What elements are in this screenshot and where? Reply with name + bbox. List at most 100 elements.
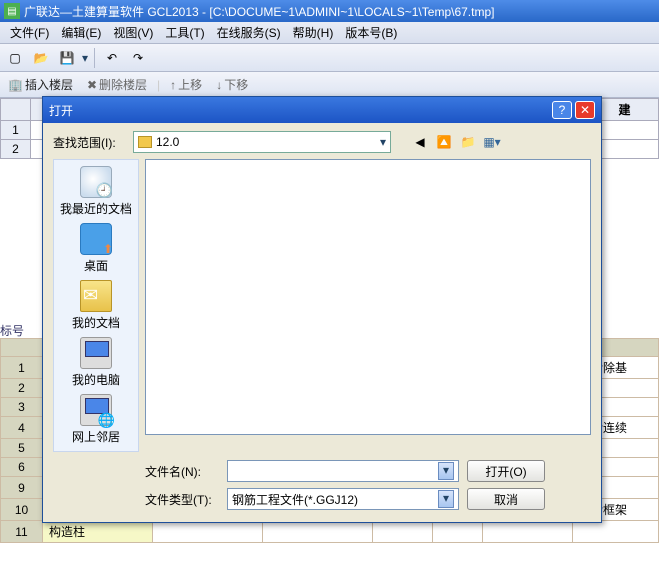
save-icon[interactable]: 💾	[56, 47, 78, 69]
close-button[interactable]: ✕	[575, 101, 595, 119]
grid-cell[interactable]	[573, 521, 659, 543]
row-head	[1, 99, 31, 121]
dropdown-icon[interactable]: ▾	[82, 51, 88, 65]
filename-row: 文件名(N): ▾ 打开(O)	[53, 460, 591, 482]
back-icon[interactable]: ◀	[411, 133, 429, 151]
row-num: 3	[1, 398, 43, 417]
filename-input[interactable]: ▾	[227, 460, 459, 482]
dialog-main: 我最近的文档 桌面 我的文档 我的电脑 网上邻居	[53, 159, 591, 452]
grid-corner	[1, 339, 43, 357]
grid-cell[interactable]	[153, 521, 263, 543]
look-in-row: 查找范围(I): 12.0 ▾ ◀ 🔼 📁 ▦▾	[53, 131, 591, 153]
up-icon: ↑	[170, 78, 176, 92]
row-num: 11	[1, 521, 43, 543]
section-caption: 标号	[0, 322, 24, 339]
places-bar: 我最近的文档 桌面 我的文档 我的电脑 网上邻居	[53, 159, 139, 452]
move-up-button[interactable]: ↑ 上移	[166, 74, 206, 95]
nav-buttons: ◀ 🔼 📁 ▦▾	[411, 133, 501, 151]
desktop-icon	[80, 223, 112, 255]
delete-floor-label: 删除楼层	[99, 76, 147, 93]
place-network[interactable]: 网上邻居	[54, 394, 138, 445]
separator: |	[157, 78, 160, 92]
insert-floor-label: 插入楼层	[25, 76, 73, 93]
grid-cell[interactable]: 构造柱	[43, 521, 153, 543]
chevron-down-icon[interactable]: ▾	[380, 135, 386, 149]
place-label: 我的电脑	[54, 371, 138, 388]
filetype-select[interactable]: 钢筋工程文件(*.GGJ12) ▾	[227, 488, 459, 510]
place-label: 网上邻居	[54, 428, 138, 445]
filename-label: 文件名(N):	[145, 463, 219, 480]
up-label: 上移	[178, 76, 202, 93]
filetype-row: 文件类型(T): 钢筋工程文件(*.GGJ12) ▾ 取消	[53, 488, 591, 510]
help-button[interactable]: ?	[552, 101, 572, 119]
toolbar-main: ▢ 📂 💾 ▾ ↶ ↷	[0, 44, 659, 72]
filetype-label: 文件类型(T):	[145, 491, 219, 508]
app-title: 广联达—土建算量软件 GCL2013 - [C:\DOCUME~1\ADMINI…	[24, 3, 494, 20]
look-in-value: 12.0	[156, 135, 179, 149]
open-icon[interactable]: 📂	[30, 47, 52, 69]
dialog-titlebar[interactable]: 打开 ? ✕	[43, 97, 601, 123]
chevron-down-icon[interactable]: ▾	[438, 462, 454, 480]
grid-cell[interactable]	[433, 521, 483, 543]
chevron-down-icon[interactable]: ▾	[438, 490, 454, 508]
menu-file[interactable]: 文件(F)	[4, 22, 55, 43]
place-label: 我的文档	[54, 314, 138, 331]
place-mydocs[interactable]: 我的文档	[54, 280, 138, 331]
dialog-body: 查找范围(I): 12.0 ▾ ◀ 🔼 📁 ▦▾ 我最近的文档	[43, 123, 601, 522]
look-in-label: 查找范围(I):	[53, 134, 127, 151]
new-icon[interactable]: ▢	[4, 47, 26, 69]
row-num: 10	[1, 499, 43, 521]
redo-icon[interactable]: ↷	[127, 47, 149, 69]
undo-icon[interactable]: ↶	[101, 47, 123, 69]
down-icon: ↓	[216, 78, 222, 92]
cancel-button[interactable]: 取消	[467, 488, 545, 510]
mydocs-icon	[80, 280, 112, 312]
app-icon: ▤	[4, 3, 20, 19]
recent-icon	[80, 166, 112, 198]
grid-cell[interactable]	[263, 521, 373, 543]
open-dialog: 打开 ? ✕ 查找范围(I): 12.0 ▾ ◀ 🔼 📁 ▦▾ 我最近	[42, 96, 602, 523]
menu-help[interactable]: 帮助(H)	[287, 22, 340, 43]
delete-floor-icon: ✖	[87, 78, 97, 92]
new-folder-icon[interactable]: 📁	[459, 133, 477, 151]
app-titlebar: ▤ 广联达—土建算量软件 GCL2013 - [C:\DOCUME~1\ADMI…	[0, 0, 659, 22]
delete-floor-button[interactable]: ✖ 删除楼层	[83, 74, 151, 95]
down-label: 下移	[224, 76, 248, 93]
place-label: 我最近的文档	[54, 200, 138, 217]
menubar: 文件(F) 编辑(E) 视图(V) 工具(T) 在线服务(S) 帮助(H) 版本…	[0, 22, 659, 44]
move-down-button[interactable]: ↓ 下移	[212, 74, 252, 95]
menu-version[interactable]: 版本号(B)	[339, 22, 403, 43]
look-in-combo[interactable]: 12.0 ▾	[133, 131, 391, 153]
open-button[interactable]: 打开(O)	[467, 460, 545, 482]
network-icon	[80, 394, 112, 426]
grid-cell[interactable]	[483, 521, 573, 543]
file-list-pane[interactable]	[145, 159, 591, 435]
place-mycomputer[interactable]: 我的电脑	[54, 337, 138, 388]
separator	[94, 48, 95, 68]
folder-icon	[138, 136, 152, 148]
menu-online[interactable]: 在线服务(S)	[211, 22, 287, 43]
grid-cell[interactable]	[373, 521, 433, 543]
up-folder-icon[interactable]: 🔼	[435, 133, 453, 151]
filetype-value: 钢筋工程文件(*.GGJ12)	[232, 491, 358, 508]
row-num: 1	[1, 121, 31, 140]
dialog-title: 打开	[49, 102, 73, 119]
view-menu-icon[interactable]: ▦▾	[483, 133, 501, 151]
row-num: 5	[1, 439, 43, 458]
toolbar-floor: 🏢 插入楼层 ✖ 删除楼层 | ↑ 上移 ↓ 下移	[0, 72, 659, 98]
row-num: 2	[1, 379, 43, 398]
menu-tool[interactable]: 工具(T)	[159, 22, 210, 43]
insert-floor-icon: 🏢	[8, 78, 23, 92]
menu-edit[interactable]: 编辑(E)	[55, 22, 107, 43]
row-num: 9	[1, 477, 43, 499]
dialog-bottom: 文件名(N): ▾ 打开(O) 文件类型(T): 钢筋工程文件(*.GGJ12)…	[53, 460, 591, 510]
place-recent[interactable]: 我最近的文档	[54, 166, 138, 217]
place-desktop[interactable]: 桌面	[54, 223, 138, 274]
row-num: 2	[1, 140, 31, 159]
row-num: 1	[1, 357, 43, 379]
row-num: 4	[1, 417, 43, 439]
insert-floor-button[interactable]: 🏢 插入楼层	[4, 74, 77, 95]
menu-view[interactable]: 视图(V)	[107, 22, 159, 43]
mycomputer-icon	[80, 337, 112, 369]
row-num: 6	[1, 458, 43, 477]
